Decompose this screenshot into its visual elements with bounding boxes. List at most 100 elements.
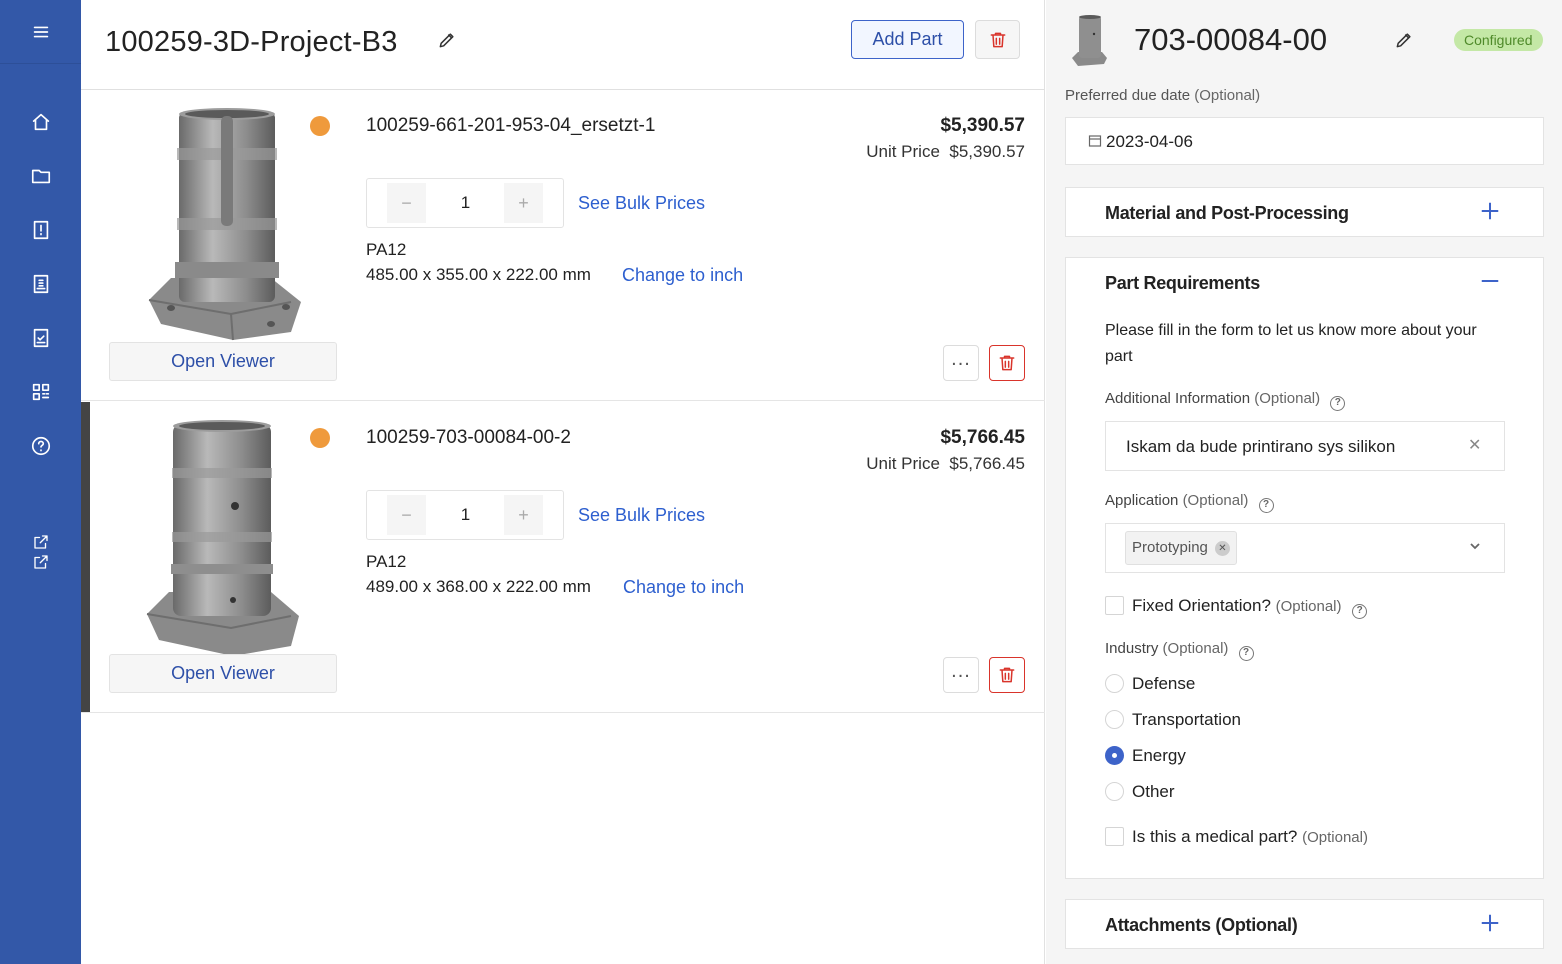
sidebar-item-invoices[interactable] [0, 266, 81, 302]
quote-icon [33, 220, 48, 240]
material-section[interactable]: Material and Post-Processing [1065, 187, 1544, 237]
industry-radio-other[interactable] [1105, 782, 1124, 801]
pencil-icon [1396, 33, 1411, 48]
expand-material-button[interactable] [1479, 200, 1503, 224]
folder-icon [31, 169, 50, 184]
trash-icon [999, 667, 1015, 683]
selected-part-title: 703-00084-00 [1134, 22, 1328, 57]
sidebar-item-home[interactable] [0, 104, 81, 140]
fixed-orientation-checkbox[interactable] [1105, 596, 1124, 615]
quantity-stepper: − 1 + [366, 178, 564, 228]
part-thumbnail [148, 108, 301, 341]
project-title: 100259-3D-Project-B3 [105, 26, 398, 58]
due-date-input[interactable]: 2023-04-06 [1065, 117, 1544, 165]
industry-option-transportation[interactable]: Transportation [1132, 710, 1241, 730]
home-icon [32, 113, 49, 131]
optional-tag: (Optional) [1302, 829, 1368, 846]
delete-project-button[interactable] [975, 20, 1020, 59]
trash-icon [999, 355, 1015, 371]
help-icon[interactable]: ? [1352, 604, 1368, 619]
industry-label: Industry (Optional) ? [1105, 640, 1254, 661]
application-tag: Prototyping ✕ [1125, 531, 1237, 565]
unit-price: Unit Price $5,766.45 [866, 454, 1025, 474]
decrement-button[interactable]: − [387, 183, 426, 223]
edit-title-button[interactable] [437, 30, 459, 52]
application-label-text: Application [1105, 492, 1179, 509]
attachments-section-title: Attachments (Optional) [1105, 915, 1298, 935]
industry-radio-defense[interactable] [1105, 674, 1124, 693]
unit-price-label: Unit Price [866, 142, 940, 161]
unit-price: Unit Price $5,390.57 [866, 142, 1025, 162]
more-options-button[interactable]: ... [943, 345, 979, 381]
status-indicator [310, 116, 330, 136]
checklist-icon [33, 328, 48, 348]
quantity-stepper: − 1 + [366, 490, 564, 540]
quantity-input[interactable]: 1 [437, 505, 494, 525]
medical-part-label: Is this a medical part? (Optional) [1132, 827, 1368, 847]
expand-attachments-button[interactable] [1479, 912, 1503, 936]
open-viewer-button[interactable]: Open Viewer [109, 654, 337, 693]
part-name: 100259-661-201-953-04_ersetzt-1 [366, 115, 656, 136]
sidebar-item-catalog[interactable] [0, 374, 81, 410]
more-options-button[interactable]: ... [943, 657, 979, 693]
due-date-label: Preferred due date (Optional) [1065, 87, 1260, 104]
medical-part-checkbox[interactable] [1105, 827, 1124, 846]
decrement-button[interactable]: − [387, 495, 426, 535]
plus-icon [1481, 202, 1499, 220]
additional-info-input[interactable]: Iskam da bude printirano sys silikon ✕ [1105, 421, 1505, 471]
chevron-down-icon[interactable] [1468, 539, 1482, 553]
requirements-section: Part Requirements Please fill in the for… [1065, 257, 1544, 879]
fixed-orientation-label: Fixed Orientation? (Optional) ? [1132, 596, 1368, 619]
optional-tag: (Optional) [1254, 390, 1321, 407]
sidebar-item-projects[interactable] [0, 158, 81, 194]
industry-radio-transportation[interactable] [1105, 710, 1124, 729]
optional-tag: (Optional) [1194, 87, 1261, 104]
status-indicator [310, 428, 330, 448]
help-icon[interactable]: ? [1238, 646, 1254, 661]
menu-icon [33, 26, 48, 37]
help-icon[interactable]: ? [1330, 396, 1346, 411]
total-price: $5,390.57 [940, 115, 1025, 136]
sidebar-item-help[interactable] [0, 428, 81, 464]
additional-info-label-text: Additional Information [1105, 390, 1251, 407]
increment-button[interactable]: + [504, 183, 543, 223]
sidebar-item-quotes[interactable] [0, 212, 81, 248]
remove-tag-icon[interactable]: ✕ [1214, 541, 1230, 556]
pencil-icon [439, 33, 454, 48]
external-link-icon [33, 555, 48, 569]
attachments-section[interactable]: Attachments (Optional) [1065, 899, 1544, 949]
trash-icon [990, 32, 1005, 47]
bulk-prices-link[interactable]: See Bulk Prices [578, 193, 705, 214]
delete-part-button[interactable] [989, 345, 1025, 381]
help-icon[interactable]: ? [1258, 498, 1274, 513]
unit-price-value: $5,766.45 [949, 454, 1025, 473]
menu-button[interactable] [0, 0, 81, 64]
collapse-requirements-button[interactable] [1479, 270, 1503, 294]
ellipsis-icon: ... [951, 660, 971, 682]
part-row[interactable]: Open Viewer 100259-661-201-953-04_ersetz… [81, 90, 1045, 401]
additional-info-label: Additional Information (Optional) ? [1105, 390, 1346, 411]
clear-icon[interactable]: ✕ [1468, 435, 1481, 455]
bulk-prices-link[interactable]: See Bulk Prices [578, 505, 705, 526]
application-select[interactable]: Prototyping ✕ [1105, 523, 1505, 573]
open-viewer-button[interactable]: Open Viewer [109, 342, 337, 381]
industry-label-text: Industry [1105, 640, 1159, 657]
application-tag-label: Prototyping [1132, 539, 1208, 556]
quantity-input[interactable]: 1 [437, 193, 494, 213]
part-row-selected[interactable]: Open Viewer 100259-703-00084-00-2 $5,766… [81, 402, 1045, 713]
sidebar-item-orders[interactable] [0, 320, 81, 356]
change-unit-link[interactable]: Change to inch [623, 577, 744, 598]
delete-part-button[interactable] [989, 657, 1025, 693]
increment-button[interactable]: + [504, 495, 543, 535]
medical-part-label-text: Is this a medical part? [1132, 827, 1298, 846]
change-unit-link[interactable]: Change to inch [622, 265, 743, 286]
sidebar-item-external-2[interactable] [0, 544, 81, 580]
industry-option-defense[interactable]: Defense [1132, 674, 1195, 694]
edit-part-name-button[interactable] [1394, 30, 1416, 52]
industry-option-other[interactable]: Other [1132, 782, 1175, 802]
part-thumbnail-small [1072, 15, 1107, 66]
project-header: 100259-3D-Project-B3 Add Part [81, 0, 1045, 90]
add-part-button[interactable]: Add Part [851, 20, 964, 59]
industry-radio-energy[interactable] [1105, 746, 1124, 765]
industry-option-energy[interactable]: Energy [1132, 746, 1186, 766]
